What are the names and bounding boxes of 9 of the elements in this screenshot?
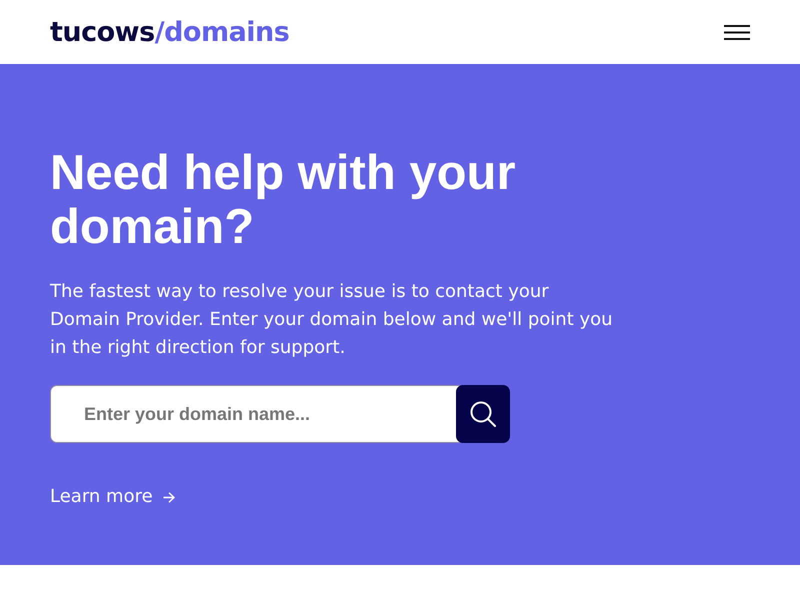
menu-icon — [724, 24, 750, 40]
hero-description: The fastest way to resolve your issue is to contact your Domain Provider. Enter your domain below and we'll point you in the right direction for support. — [50, 280, 614, 360]
logo-link[interactable]: tucows/domains — [50, 18, 290, 46]
learn-more-link[interactable]: Learn more — [50, 485, 175, 509]
menu-button[interactable] — [724, 24, 750, 40]
domain-search-field[interactable]: Enter your domain name... — [50, 385, 460, 443]
arrow-right-icon — [162, 492, 175, 502]
hero-title: Need help with your domain? — [50, 146, 517, 254]
search-icon — [470, 401, 496, 427]
